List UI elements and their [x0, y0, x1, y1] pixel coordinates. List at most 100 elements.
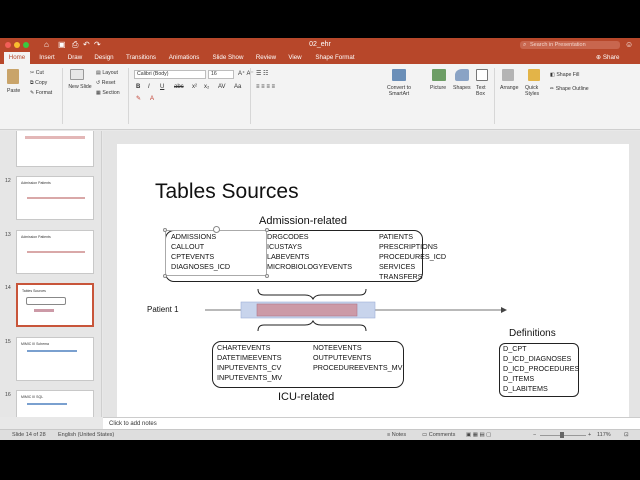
icu-stay-bar[interactable]: [256, 303, 358, 317]
new-slide-label[interactable]: New Slide: [68, 84, 92, 91]
slide-thumbnail-active[interactable]: Tables Sources: [16, 283, 94, 327]
powerpoint-window: ⌂ ▣ ⎙ ↶ ↷ 02_ehr ⌕ Search in Presentatio…: [0, 38, 640, 440]
tab-insert[interactable]: Insert: [34, 52, 60, 64]
slide-thumbnail[interactable]: Admission Patients: [16, 176, 94, 220]
picture-label[interactable]: Picture: [430, 85, 446, 92]
picture-icon[interactable]: [432, 69, 446, 81]
shapes-icon[interactable]: [455, 69, 469, 81]
slide-thumbnail[interactable]: Admission Patients: [16, 230, 94, 274]
language-indicator[interactable]: English (United States): [58, 430, 114, 440]
comments-toggle[interactable]: ▭ Comments: [422, 430, 455, 440]
thumbnail-graphic: [25, 136, 85, 139]
text-box-icon[interactable]: [476, 69, 488, 81]
tab-design[interactable]: Design: [90, 52, 118, 64]
paste-label[interactable]: Paste: [7, 88, 20, 95]
patient-label[interactable]: Patient 1: [147, 305, 179, 314]
title-bar: ⌂ ▣ ⎙ ↶ ↷ 02_ehr ⌕ Search in Presentatio…: [0, 38, 640, 52]
section-label: Section: [102, 90, 120, 96]
font-size-buttons[interactable]: A⁺ A⁻: [238, 71, 254, 78]
shapes-label[interactable]: Shapes: [453, 85, 471, 92]
italic-button[interactable]: I: [148, 84, 150, 91]
tab-review[interactable]: Review: [252, 52, 280, 64]
quick-styles-icon[interactable]: [528, 69, 540, 81]
view-buttons[interactable]: ▣ ▦ ▤ ▢: [466, 430, 491, 440]
slide-number: 16: [5, 392, 11, 398]
slide-number: 13: [5, 232, 11, 238]
bold-button[interactable]: B: [136, 84, 140, 91]
slide-thumbnail[interactable]: [16, 131, 94, 167]
table-name: D_CPT: [503, 344, 527, 353]
thumbnail-graphic: [27, 350, 77, 352]
table-name: INPUTEVENTS_MV: [217, 373, 283, 382]
notes-pane[interactable]: Click to add notes: [103, 417, 640, 429]
tab-animations[interactable]: Animations: [164, 52, 204, 64]
zoom-slider-handle[interactable]: [560, 432, 564, 438]
reset-button[interactable]: ↺ Reset: [96, 80, 115, 87]
fit-slide-icon[interactable]: ⊡: [624, 430, 629, 440]
strikethrough-button[interactable]: abc: [174, 84, 184, 91]
definitions-heading[interactable]: Definitions: [509, 328, 556, 339]
divider: [62, 68, 63, 124]
underline-button[interactable]: U: [160, 84, 164, 91]
ribbon-tabs: Home Insert Draw Design Transitions Anim…: [0, 52, 640, 64]
slide-editing-area[interactable]: Tables Sources Admission-related ADMISSI…: [103, 131, 640, 432]
shape-fill-label: Shape Fill: [556, 72, 580, 78]
paste-icon[interactable]: [7, 69, 19, 84]
search-input[interactable]: ⌕ Search in Presentation: [520, 41, 620, 49]
align-icons[interactable]: ≡ ≡ ≡ ≡: [256, 84, 275, 91]
zoom-out-button[interactable]: −: [533, 430, 536, 440]
shape-fill-button[interactable]: ◧ Shape Fill: [550, 72, 579, 79]
tab-shape-format[interactable]: Shape Format: [310, 52, 360, 64]
notes-toggle[interactable]: ≡ Notes: [387, 430, 406, 440]
icu-col-1: CHARTEVENTS DATETIMEEVENTS INPUTEVENTS_C…: [217, 343, 282, 383]
divider: [128, 68, 129, 124]
tab-slide-show[interactable]: Slide Show: [207, 52, 249, 64]
zoom-in-button[interactable]: +: [588, 430, 591, 440]
convert-smartart-label[interactable]: Convert to SmartArt: [383, 85, 415, 97]
font-name-select[interactable]: Calibri (Body): [134, 70, 206, 79]
layout-button[interactable]: ▤ Layout: [96, 70, 118, 77]
char-spacing-button[interactable]: AV: [218, 84, 226, 91]
zoom-level[interactable]: 117%: [597, 430, 611, 440]
slide-counter: Slide 14 of 28: [12, 432, 46, 438]
slide-thumbnail[interactable]: MIMIC III SQL: [16, 390, 94, 417]
slide-thumbnail[interactable]: MIMIC III Schema: [16, 337, 94, 381]
search-icon: ⌕: [523, 42, 527, 48]
icu-heading[interactable]: ICU-related: [278, 391, 334, 403]
tab-home[interactable]: Home: [4, 52, 30, 64]
tab-view[interactable]: View: [283, 52, 307, 64]
tab-transitions[interactable]: Transitions: [121, 52, 161, 64]
change-case-button[interactable]: Aa: [234, 84, 241, 91]
copy-button[interactable]: ⧉ Copy: [30, 80, 47, 87]
cut-button[interactable]: ✂ Cut: [30, 70, 44, 77]
text-highlight-icon[interactable]: ✎: [136, 96, 141, 103]
font-color-icon[interactable]: A: [150, 96, 154, 103]
slide-number: 14: [5, 285, 11, 291]
arrange-icon[interactable]: [502, 69, 514, 81]
divider: [494, 68, 495, 124]
person-add-icon: ⊕: [596, 54, 603, 61]
section-button[interactable]: ▦ Section: [96, 90, 120, 97]
reset-label: Reset: [101, 80, 116, 86]
shape-outline-button[interactable]: ✏ Shape Outline: [550, 86, 589, 93]
text-box-label[interactable]: Text Box: [476, 85, 490, 97]
slide-number: 12: [5, 178, 11, 184]
profile-icon[interactable]: ☺: [625, 40, 635, 50]
slide[interactable]: Tables Sources Admission-related ADMISSI…: [117, 144, 629, 432]
table-name: DATETIMEEVENTS: [217, 353, 282, 362]
bullets-icon[interactable]: ☰ ☷: [256, 71, 268, 78]
smartart-icon[interactable]: [392, 69, 406, 81]
table-name: D_LABITEMS: [503, 384, 548, 393]
new-slide-icon[interactable]: [70, 69, 84, 80]
table-name: D_ITEMS: [503, 374, 535, 383]
superscript-button[interactable]: x²: [192, 84, 197, 91]
share-button[interactable]: ⊕ Share: [596, 52, 619, 64]
subscript-button[interactable]: x₂: [204, 84, 209, 91]
tab-draw[interactable]: Draw: [63, 52, 87, 64]
format-painter-button[interactable]: ✎ Format: [30, 90, 52, 97]
font-size-select[interactable]: 16: [208, 70, 234, 79]
layout-label: Layout: [102, 70, 118, 76]
quick-styles-label[interactable]: Quick Styles: [525, 85, 545, 97]
slide-thumbnail-pane[interactable]: 12 Admission Patients 13 Admission Patie…: [0, 131, 102, 417]
arrange-label[interactable]: Arrange: [500, 85, 518, 92]
